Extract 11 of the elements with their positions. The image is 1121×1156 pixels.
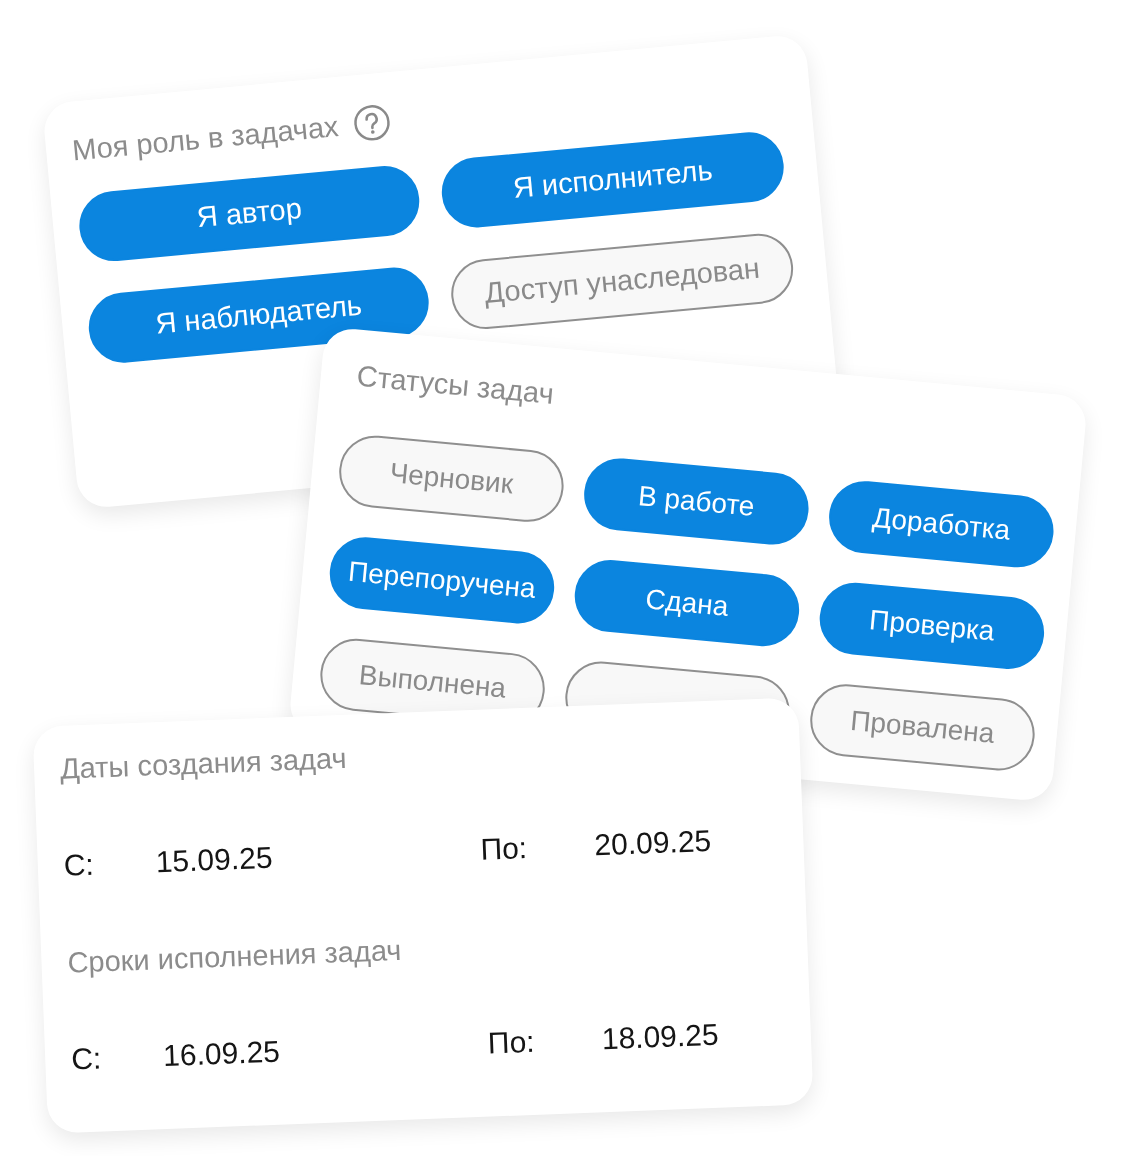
from-label: С: bbox=[70, 1040, 102, 1078]
date-value: 20.09.25 bbox=[593, 822, 712, 864]
help-icon[interactable] bbox=[352, 103, 392, 143]
section-title: Сроки исполнения задач bbox=[66, 932, 403, 981]
to-label: По: bbox=[479, 829, 528, 868]
date-value: 15.09.25 bbox=[155, 839, 274, 881]
date-value: 16.09.25 bbox=[162, 1033, 281, 1075]
from-label: С: bbox=[63, 846, 95, 884]
to-label: По: bbox=[487, 1023, 536, 1062]
section-title: Даты создания задач bbox=[59, 740, 348, 787]
date-value: 18.09.25 bbox=[601, 1016, 720, 1058]
